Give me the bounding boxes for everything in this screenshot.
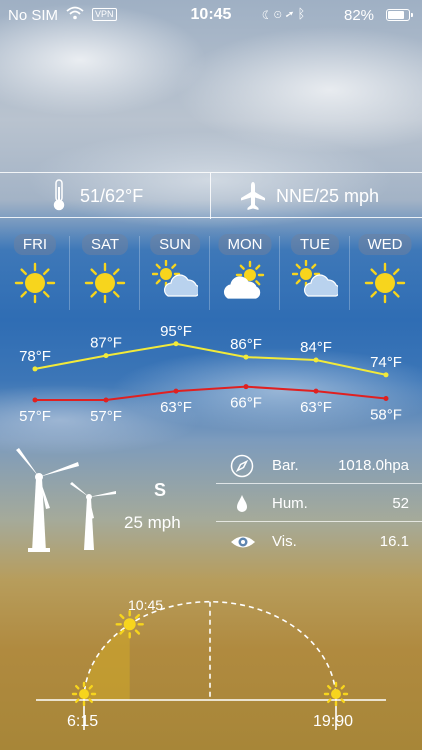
- low-temp-point: [243, 384, 249, 390]
- high-temp-line: [34, 342, 387, 376]
- high-temp-label: 74°F: [370, 354, 402, 371]
- battery-level: [388, 11, 405, 19]
- high-temp-label: 78°F: [19, 348, 51, 365]
- wind-speed: 25 mph: [124, 513, 181, 532]
- status-bar: No SIM VPN 10:45 ☾⊙➚ᛒ 82%: [0, 0, 422, 30]
- battery-percent: 82%: [344, 7, 375, 24]
- partly-cloudy-icon: [151, 259, 201, 306]
- detail-row-pressure: Bar. 1018.0hpa: [216, 446, 422, 484]
- sun-path-svg: [36, 600, 386, 730]
- eye-icon: [230, 530, 255, 554]
- weather-details: Bar. 1018.0hpa Hum. 52 Vis. 16.1: [216, 446, 422, 560]
- high-temp-point: [103, 353, 109, 359]
- rotation-lock-icon: ⊙: [273, 6, 286, 21]
- low-temp-label: 58°F: [370, 407, 402, 424]
- high-temp-point: [173, 341, 179, 347]
- forecast-day[interactable]: FRI: [0, 230, 70, 310]
- summary-divider: [210, 173, 211, 219]
- detail-label: Bar.: [272, 457, 299, 474]
- moon-icon: ☾: [262, 6, 274, 21]
- low-temp-label: 66°F: [230, 395, 262, 412]
- wind-turbine-icon: [16, 448, 116, 552]
- temperature-chart: 78°F 87°F 95°F 86°F 84°F 74°F 57°F 57°F 63°F 66°F…: [0, 316, 422, 426]
- sunrise-time: 6:15: [67, 713, 99, 730]
- high-temp-label: 86°F: [230, 336, 262, 353]
- day-label: SUN: [150, 234, 200, 255]
- sun-icon: [82, 260, 128, 306]
- cloud-sun-icon: [222, 260, 268, 306]
- sunrise-sun-icon: [71, 681, 97, 707]
- high-temp-point: [383, 372, 389, 378]
- temperature-range: 51/62°F: [80, 186, 144, 206]
- droplet-icon: [230, 492, 254, 516]
- wind-direction: S: [154, 480, 167, 500]
- sun-path-chart: 10:45 6:15 19:90: [0, 590, 422, 750]
- low-temp-label: 57°F: [90, 408, 122, 425]
- forecast-day[interactable]: SAT: [70, 230, 140, 310]
- current-sun-icon: [115, 610, 144, 639]
- sunset-sun-icon: [323, 681, 349, 707]
- low-temp-point: [313, 388, 319, 394]
- high-temp-point: [243, 354, 249, 360]
- low-temp-label: 63°F: [160, 399, 192, 416]
- low-temp-line: [35, 385, 387, 401]
- airplane-icon: [240, 181, 266, 216]
- detail-value: 1018.0hpa: [338, 457, 409, 474]
- detail-row-visibility: Vis. 16.1: [216, 522, 422, 560]
- summary-bar: 51/62°F NNE/25 mph: [0, 172, 422, 219]
- bluetooth-icon: ᛒ: [297, 6, 310, 21]
- low-temp-point: [32, 397, 38, 403]
- detail-label: Hum.: [272, 495, 308, 512]
- low-temp-point: [173, 388, 179, 394]
- day-label: WED: [358, 234, 412, 255]
- partly-cloudy-icon: [291, 259, 341, 306]
- detail-row-humidity: Hum. 52: [216, 484, 422, 522]
- compass-icon: [230, 454, 254, 478]
- high-temp-point: [32, 366, 38, 372]
- thermometer-icon: [52, 179, 66, 216]
- sunset-time: 19:90: [313, 713, 354, 730]
- day-label: TUE: [291, 234, 339, 255]
- high-temp-point: [313, 357, 319, 363]
- high-temp-label: 84°F: [300, 339, 332, 356]
- high-temp-label: 87°F: [90, 335, 122, 352]
- sun-icon: [12, 260, 58, 306]
- low-temp-label: 63°F: [300, 399, 332, 416]
- forecast-day[interactable]: MON: [210, 230, 280, 310]
- current-time-label: 10:45: [128, 597, 164, 613]
- wind-section: S 25 mph: [0, 440, 215, 570]
- battery-icon: [386, 9, 413, 21]
- low-temp-label: 57°F: [19, 408, 51, 425]
- high-temp-label: 95°F: [160, 323, 192, 340]
- low-temp-point: [103, 397, 109, 403]
- day-label: FRI: [13, 234, 57, 255]
- detail-value: 52: [392, 495, 409, 512]
- low-temp-point: [383, 396, 389, 402]
- forecast-days: FRI SAT SUN MON TUE WED: [0, 230, 422, 310]
- forecast-day[interactable]: TUE: [280, 230, 350, 310]
- forecast-day[interactable]: WED: [350, 230, 420, 310]
- forecast-day[interactable]: SUN: [140, 230, 210, 310]
- day-label: SAT: [81, 234, 129, 255]
- wind-summary: NNE/25 mph: [276, 186, 380, 206]
- location-icon: ➚: [285, 6, 298, 21]
- detail-value: 16.1: [379, 533, 409, 550]
- detail-label: Vis.: [272, 533, 297, 550]
- system-icons: ☾⊙➚ᛒ: [262, 6, 309, 21]
- sun-icon: [362, 260, 408, 306]
- day-label: MON: [218, 234, 272, 255]
- temperature-chart-svg: 78°F 87°F 95°F 86°F 84°F 74°F 57°F 57°F 63°F 66°F…: [19, 323, 402, 425]
